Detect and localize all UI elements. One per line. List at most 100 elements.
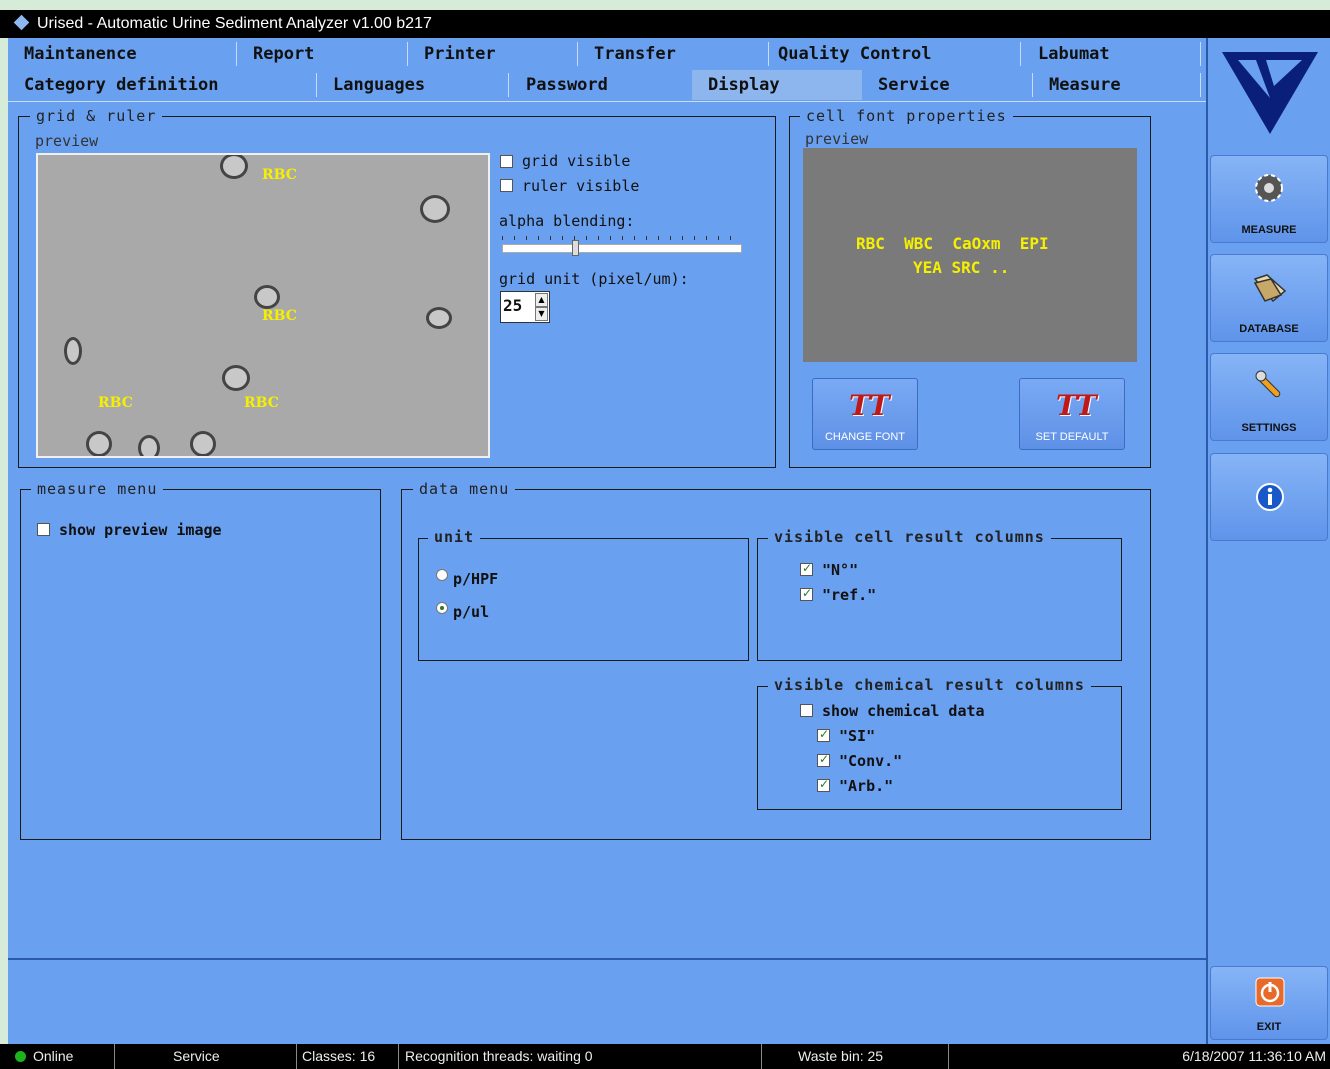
font-preview-area: RBC WBC CaOxm EPI YEA SRC .. xyxy=(803,148,1137,362)
tab-languages[interactable]: Languages xyxy=(317,70,509,100)
rbc-label: RBC xyxy=(262,167,297,183)
cell-shape xyxy=(254,285,280,309)
sediment-preview-image: RBC RBC RBC RBC xyxy=(36,153,490,458)
col-si-checkbox[interactable] xyxy=(817,727,830,742)
settings-label: SETTINGS xyxy=(1241,422,1297,434)
info-icon xyxy=(1256,483,1284,511)
font-icon: TT xyxy=(849,389,890,422)
measure-button[interactable]: MEASURE xyxy=(1210,155,1328,243)
col-n-checkbox[interactable] xyxy=(800,561,813,576)
tab-labumat[interactable]: Labumat xyxy=(1022,39,1202,69)
col-n-label: "N°" xyxy=(822,561,859,579)
grid-visible-label: grid visible xyxy=(522,152,631,170)
col-arb-label: "Arb." xyxy=(839,777,894,795)
grid-unit-value: 25 xyxy=(503,296,523,315)
set-default-label: SET DEFAULT xyxy=(1035,431,1109,443)
grid-unit-stepper[interactable]: 25 ▲ ▼ xyxy=(500,291,550,323)
status-mode: Service xyxy=(173,1048,220,1064)
logo-icon xyxy=(1222,52,1318,134)
title-bar: Urised - Automatic Urine Sediment Analyz… xyxy=(0,10,1330,38)
folder-icon xyxy=(1253,274,1287,303)
set-default-button[interactable]: TT SET DEFAULT xyxy=(1019,378,1125,450)
grid-preview-label: preview xyxy=(35,132,99,150)
tab-display[interactable]: Display xyxy=(692,70,862,100)
font-preview-line2: YEA SRC .. xyxy=(913,258,1010,277)
rbc-label: RBC xyxy=(262,308,297,324)
rbc-label: RBC xyxy=(244,395,279,411)
cell-shape xyxy=(420,195,450,223)
change-font-button[interactable]: TT CHANGE FONT xyxy=(812,378,918,450)
font-preview-line1: RBC WBC CaOxm EPI xyxy=(856,234,1049,253)
show-preview-checkbox[interactable] xyxy=(37,523,50,536)
change-font-label: CHANGE FONT xyxy=(824,431,906,443)
settings-button[interactable]: SETTINGS xyxy=(1210,353,1328,441)
status-waste: Waste bin: 25 xyxy=(798,1048,884,1064)
ruler-visible-checkbox[interactable] xyxy=(500,179,513,192)
tab-quality-control[interactable]: Quality Control xyxy=(762,39,1020,69)
spin-up-icon[interactable]: ▲ xyxy=(535,293,548,307)
chemical-columns-title: visible chemical result columns xyxy=(768,676,1091,694)
unit-pul-label: p/ul xyxy=(453,603,490,621)
unit-pul-radio[interactable] xyxy=(436,602,448,614)
status-separator xyxy=(296,1044,297,1069)
tab-password[interactable]: Password xyxy=(510,70,692,100)
window-title: Urised - Automatic Urine Sediment Analyz… xyxy=(37,15,432,32)
cell-shape xyxy=(86,431,112,456)
tab-transfer[interactable]: Transfer xyxy=(578,39,762,69)
data-menu-title: data menu xyxy=(413,480,516,498)
grid-ruler-title: grid & ruler xyxy=(30,107,163,125)
col-conv-checkbox[interactable] xyxy=(817,752,830,767)
col-ref-checkbox[interactable] xyxy=(800,586,813,601)
tab-printer[interactable]: Printer xyxy=(408,39,578,69)
status-bar: Online Service Classes: 16 Recognition t… xyxy=(0,1044,1330,1069)
col-arb-checkbox[interactable] xyxy=(817,777,830,792)
col-ref-label: "ref." xyxy=(822,586,877,604)
tab-category-definition[interactable]: Category definition xyxy=(8,70,316,100)
col-conv-label: "Conv." xyxy=(839,752,903,770)
cell-shape xyxy=(190,431,216,456)
status-separator xyxy=(948,1044,949,1069)
exit-label: EXIT xyxy=(1256,1021,1282,1033)
window-top-edge xyxy=(0,0,1330,10)
wrench-icon xyxy=(1255,370,1281,398)
cell-shape xyxy=(64,337,82,365)
alpha-blending-label: alpha blending: xyxy=(499,212,635,230)
tab-maintenance[interactable]: Maintanence xyxy=(8,39,236,69)
font-icon: TT xyxy=(1056,389,1097,422)
status-datetime: 6/18/2007 11:36:10 AM xyxy=(1182,1048,1326,1064)
spin-down-icon[interactable]: ▼ xyxy=(535,307,548,321)
alpha-slider-handle[interactable] xyxy=(572,240,579,256)
grid-unit-label: grid unit (pixel/um): xyxy=(499,270,689,288)
tab-separator xyxy=(508,73,509,97)
unit-phpf-label: p/HPF xyxy=(453,570,499,588)
measure-menu-group xyxy=(20,489,381,840)
tab-measure[interactable]: Measure xyxy=(1033,70,1203,100)
unit-group xyxy=(418,538,749,661)
unit-phpf-radio[interactable] xyxy=(436,569,448,581)
show-chemical-checkbox[interactable] xyxy=(800,704,813,717)
tab-separator xyxy=(1200,42,1201,66)
cell-columns-title: visible cell result columns xyxy=(768,528,1051,546)
status-online: Online xyxy=(33,1048,74,1064)
cell-shape xyxy=(138,435,160,456)
gear-icon xyxy=(1255,174,1283,202)
alpha-slider[interactable] xyxy=(502,244,742,253)
database-button[interactable]: DATABASE xyxy=(1210,254,1328,342)
tab-separator xyxy=(1020,42,1021,66)
slider-ticks xyxy=(502,236,742,240)
grid-visible-checkbox[interactable] xyxy=(500,155,513,168)
status-separator xyxy=(398,1044,399,1069)
tab-report[interactable]: Report xyxy=(237,39,407,69)
exit-button[interactable]: EXIT xyxy=(1210,966,1328,1040)
col-si-label: "SI" xyxy=(839,727,876,745)
ruler-visible-label: ruler visible xyxy=(522,177,640,195)
measure-label: MEASURE xyxy=(1241,224,1297,236)
unit-title: unit xyxy=(428,528,481,546)
status-separator xyxy=(114,1044,115,1069)
rbc-label: RBC xyxy=(98,395,133,411)
cell-shape xyxy=(220,155,248,179)
status-separator xyxy=(761,1044,762,1069)
info-button[interactable] xyxy=(1210,453,1328,541)
tab-service[interactable]: Service xyxy=(862,70,1032,100)
cell-shape xyxy=(426,307,452,329)
